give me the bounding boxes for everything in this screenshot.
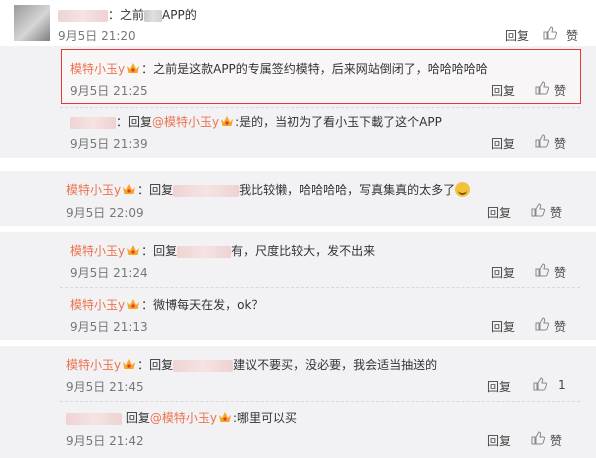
thumbs-up-icon[interactable] <box>543 26 557 40</box>
reply-button[interactable]: 回复 <box>487 378 511 395</box>
vip-badge-icon <box>126 298 140 310</box>
divider <box>60 401 580 402</box>
reply-row-1: 模特小玉y ：之前是这款APP的专属签约模特，后来网站倒闭了，哈哈哈哈哈 <box>70 62 488 76</box>
top-comment: ：之前 APP的 9月5日 21:20 回复 赞 <box>0 0 596 46</box>
reply-username[interactable]: 模特小玉y <box>66 358 121 372</box>
comment-date: 9月5日 21:13 <box>70 320 148 334</box>
vip-badge-icon <box>218 411 232 423</box>
like-label[interactable]: 赞 <box>554 264 566 281</box>
thumbs-up-icon[interactable] <box>535 81 549 95</box>
reply-button[interactable]: 回复 <box>491 135 515 152</box>
like-label[interactable]: 赞 <box>554 135 566 152</box>
thumbs-up-icon[interactable] <box>535 134 549 148</box>
like-count: 1 <box>558 378 566 392</box>
comment-date: 9月5日 21:20 <box>58 29 136 43</box>
vip-badge-icon <box>126 244 140 256</box>
blurred-username <box>66 412 122 425</box>
reply-button[interactable]: 回复 <box>491 82 515 99</box>
comment-date: 9月5日 22:09 <box>66 206 144 220</box>
like-label[interactable]: 赞 <box>566 27 578 44</box>
like-label[interactable]: 赞 <box>554 318 566 335</box>
reply-row-2: ：回复@模特小玉y:是的，当初为了看小玉下載了这个APP <box>70 113 442 130</box>
reply-button[interactable]: 回复 <box>487 204 511 221</box>
vip-badge-icon <box>122 183 136 195</box>
like-label[interactable]: 赞 <box>554 82 566 99</box>
blurred-username <box>177 245 232 258</box>
mention-link[interactable]: @模特小玉y <box>150 411 217 425</box>
vip-badge-icon <box>220 115 234 127</box>
reply-row-5: 模特小玉y ：微博每天在发，ok？ <box>70 298 264 312</box>
mention-link[interactable]: @模特小玉y <box>152 115 219 129</box>
thumbs-up-icon[interactable] <box>535 317 549 331</box>
reply-row-3: 模特小玉y ：回复 我比较懒，哈哈哈哈，写真集真的太多了 <box>66 181 471 198</box>
comment-date: 9月5日 21:39 <box>70 137 148 151</box>
comment-date: 9月5日 21:45 <box>66 380 144 394</box>
thumbs-up-icon[interactable] <box>535 263 549 277</box>
reply-row-7: 回复@模特小玉y:哪里可以买 <box>66 409 297 426</box>
thumbs-up-icon[interactable] <box>533 377 547 391</box>
like-label[interactable]: 赞 <box>550 432 562 449</box>
reply-row-4: 模特小玉y ：回复 有，尺度比较大，发不出来 <box>70 244 376 258</box>
reply-username[interactable]: 模特小玉y <box>70 62 125 76</box>
reply-button[interactable]: 回复 <box>505 27 529 44</box>
blurred-username <box>70 116 116 129</box>
avatar[interactable] <box>14 5 50 41</box>
thumbs-up-icon[interactable] <box>531 431 545 445</box>
reply-username[interactable]: 模特小玉y <box>70 298 125 312</box>
reply-username[interactable]: 模特小玉y <box>70 244 125 258</box>
reply-row-6: 模特小玉y ：回复 建议不要买，没必要，我会适当抽送的 <box>66 358 438 372</box>
comment-date: 9月5日 21:25 <box>70 84 148 98</box>
reply-button[interactable]: 回复 <box>491 318 515 335</box>
comment-date: 9月5日 21:24 <box>70 266 148 280</box>
vip-badge-icon <box>122 358 136 370</box>
reply-username[interactable]: 模特小玉y <box>66 183 121 197</box>
blurred-username <box>58 9 108 22</box>
blurred-word <box>144 9 163 22</box>
divider <box>60 107 580 108</box>
divider <box>60 287 580 288</box>
like-label[interactable]: 赞 <box>550 204 562 221</box>
reply-button[interactable]: 回复 <box>487 432 511 449</box>
laughing-emoji-icon <box>455 182 471 197</box>
blurred-username <box>173 359 234 372</box>
top-comment-text: ：之前 APP的 <box>58 6 197 23</box>
comment-date: 9月5日 21:42 <box>66 434 144 448</box>
blurred-username <box>173 184 240 197</box>
thumbs-up-icon[interactable] <box>531 203 545 217</box>
reply-button[interactable]: 回复 <box>491 264 515 281</box>
vip-badge-icon <box>126 62 140 74</box>
